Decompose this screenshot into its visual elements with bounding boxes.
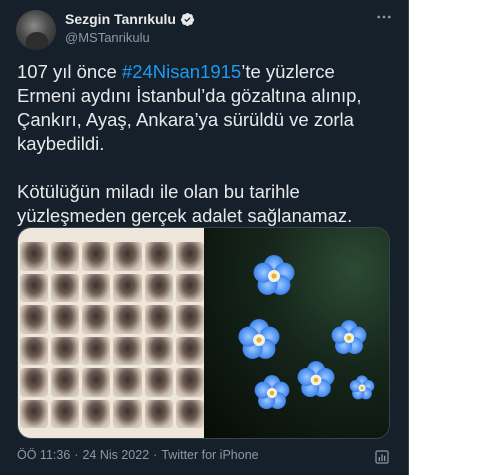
more-dots-icon: [377, 15, 391, 19]
portrait-tile: [82, 336, 111, 365]
portrait-grid: [20, 242, 204, 428]
forget-me-not-flowers: [238, 255, 375, 410]
portrait-tile: [144, 336, 173, 365]
portrait-tile: [51, 336, 80, 365]
more-options-icon[interactable]: [372, 8, 396, 28]
footer-separator: ·: [153, 448, 158, 462]
tweet-card: Sezgin Tanrıkulu @MSTanrikulu 107 yıl ön…: [0, 0, 409, 475]
flower: [297, 361, 335, 398]
portrait-tile: [20, 273, 49, 302]
portrait-tile: [144, 242, 173, 271]
portrait-tile: [175, 242, 204, 271]
flower: [331, 320, 367, 355]
portrait-tile: [113, 242, 142, 271]
portrait-tile: [20, 242, 49, 271]
portrait-tile: [144, 399, 173, 428]
analytics-icon[interactable]: [374, 449, 390, 465]
tweet-paragraph-1: 107 yıl önce #24Nisan1915’te yüzlerce Er…: [17, 60, 392, 156]
portrait-tile: [144, 273, 173, 302]
flower: [254, 375, 290, 410]
portrait-tile: [20, 399, 49, 428]
portrait-tile: [175, 399, 204, 428]
forget-me-not-photo[interactable]: [204, 228, 389, 438]
portrait-tile: [113, 273, 142, 302]
hashtag-link[interactable]: #24Nisan1915: [122, 61, 241, 82]
tweet-text: 107 yıl önce #24Nisan1915’te yüzlerce Er…: [17, 60, 392, 228]
tweet-source[interactable]: Twitter for iPhone: [161, 448, 258, 462]
portrait-tile: [175, 368, 204, 397]
portrait-tile: [51, 305, 80, 334]
portrait-tile: [175, 336, 204, 365]
verified-badge-icon: [180, 12, 195, 26]
flower: [349, 375, 375, 400]
tweet-paragraph-2: Kötülüğün miladı ile olan bu tarihle yüz…: [17, 181, 353, 226]
portrait-tile: [82, 368, 111, 397]
portrait-tile: [51, 399, 80, 428]
portrait-tile: [144, 305, 173, 334]
portrait-tile: [113, 368, 142, 397]
portrait-tile: [144, 368, 173, 397]
portrait-tile: [20, 336, 49, 365]
author-handle[interactable]: @MSTanrikulu: [65, 30, 150, 45]
tweet-date[interactable]: 24 Nis 2022: [82, 448, 149, 462]
portrait-tile: [175, 305, 204, 334]
portrait-tile: [82, 273, 111, 302]
portrait-tile: [175, 273, 204, 302]
flower: [238, 319, 280, 359]
portrait-tile: [51, 368, 80, 397]
tweet-time[interactable]: ÖÖ 11:36: [17, 448, 70, 462]
portraits-photo[interactable]: [18, 228, 204, 438]
tweet-footer: ÖÖ 11:36 · 24 Nis 2022 · Twitter for iPh…: [17, 448, 259, 462]
portrait-tile: [82, 399, 111, 428]
portrait-tile: [20, 305, 49, 334]
footer-separator: ·: [74, 448, 79, 462]
avatar[interactable]: [16, 10, 56, 50]
portrait-tile: [20, 368, 49, 397]
portrait-tile: [113, 336, 142, 365]
author-display-name[interactable]: Sezgin Tanrıkulu: [65, 11, 176, 27]
portrait-tile: [51, 242, 80, 271]
tweet-text-prefix: 107 yıl önce: [17, 61, 122, 82]
portrait-tile: [82, 242, 111, 271]
tweet-media[interactable]: [17, 227, 390, 439]
portrait-tile: [51, 273, 80, 302]
portrait-tile: [113, 305, 142, 334]
flower: [253, 255, 295, 295]
portrait-tile: [113, 399, 142, 428]
portrait-tile: [82, 305, 111, 334]
author-name-row: Sezgin Tanrıkulu: [65, 11, 195, 27]
